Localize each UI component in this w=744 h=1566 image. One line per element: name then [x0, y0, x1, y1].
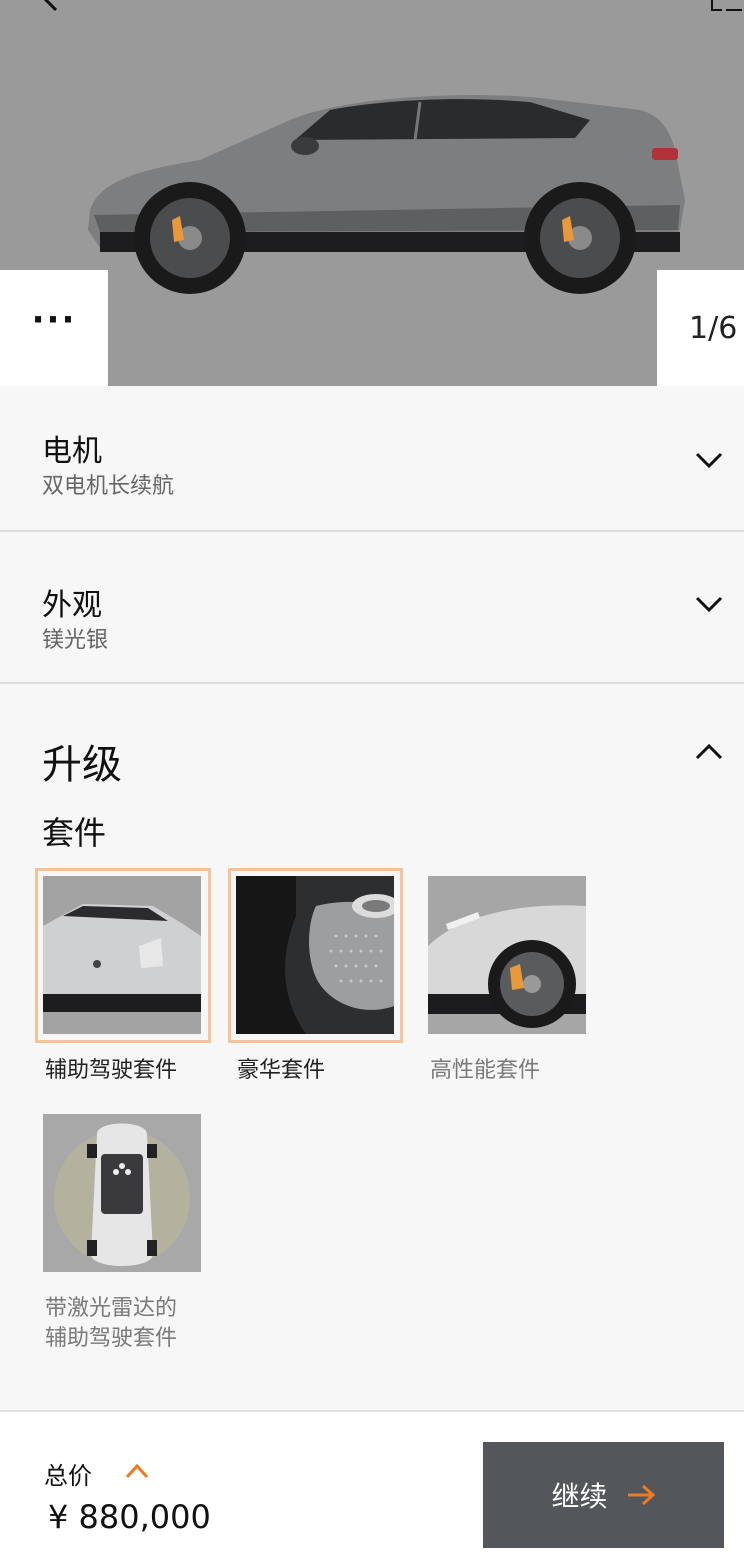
car-side-image: [88, 94, 685, 294]
package-option-driver-assist[interactable]: 辅助驾驶套件: [35, 868, 211, 1098]
motor-title: 电机: [42, 434, 102, 469]
chevron-up-icon[interactable]: [124, 1462, 150, 1480]
package-option-lidar[interactable]: 带激光雷达的 辅助驾驶套件: [43, 1114, 219, 1364]
back-arrow-icon[interactable]: [36, 0, 66, 16]
total-price-label: 总价: [44, 1462, 92, 1490]
upgrade-section: 升级 套件 辅助驾驶套件 豪华套件 高性能套件 带激光雷达的 辅助驾驶套件: [0, 684, 744, 1410]
motor-section[interactable]: 电机 双电机长续航: [0, 386, 744, 532]
performance-thumbnail: [428, 876, 586, 1034]
continue-label: 继续: [551, 1480, 608, 1513]
price-footer: 总价 ¥ 880,000 继续: [0, 1410, 744, 1566]
more-images-button[interactable]: ···: [0, 270, 108, 386]
image-counter-text: 1/6: [689, 310, 738, 346]
image-counter: 1/6: [657, 270, 744, 386]
exterior-value: 镁光银: [42, 628, 109, 653]
chevron-down-icon[interactable]: [694, 450, 724, 470]
continue-button[interactable]: 继续: [483, 1442, 724, 1548]
chevron-down-icon[interactable]: [694, 594, 724, 614]
package-option-luxury[interactable]: 豪华套件: [228, 868, 404, 1098]
package-option-performance[interactable]: 高性能套件: [428, 876, 604, 1098]
package-subtitle: 套件: [42, 814, 107, 852]
motor-value: 双电机长续航: [42, 474, 175, 499]
more-dots-icon: ···: [31, 300, 77, 340]
driver-assist-thumbnail: [43, 876, 201, 1034]
car-gallery[interactable]: ··· 1/6: [0, 0, 744, 386]
lidar-thumbnail: [43, 1114, 201, 1272]
exterior-section[interactable]: 外观 镁光银: [0, 532, 744, 684]
total-price-value: ¥ 880,000: [48, 1498, 211, 1536]
exterior-title: 外观: [42, 588, 102, 623]
upgrade-title: 升级: [42, 742, 122, 788]
option-label: 高性能套件: [430, 1058, 541, 1083]
option-label: 辅助驾驶套件: [45, 1058, 178, 1083]
fullscreen-icon[interactable]: [708, 0, 744, 18]
chevron-up-icon[interactable]: [694, 742, 724, 762]
arrow-right-icon: [627, 1484, 655, 1506]
option-label: 豪华套件: [237, 1058, 326, 1083]
luxury-thumbnail: [236, 876, 394, 1034]
option-label: 带激光雷达的 辅助驾驶套件: [45, 1296, 178, 1351]
